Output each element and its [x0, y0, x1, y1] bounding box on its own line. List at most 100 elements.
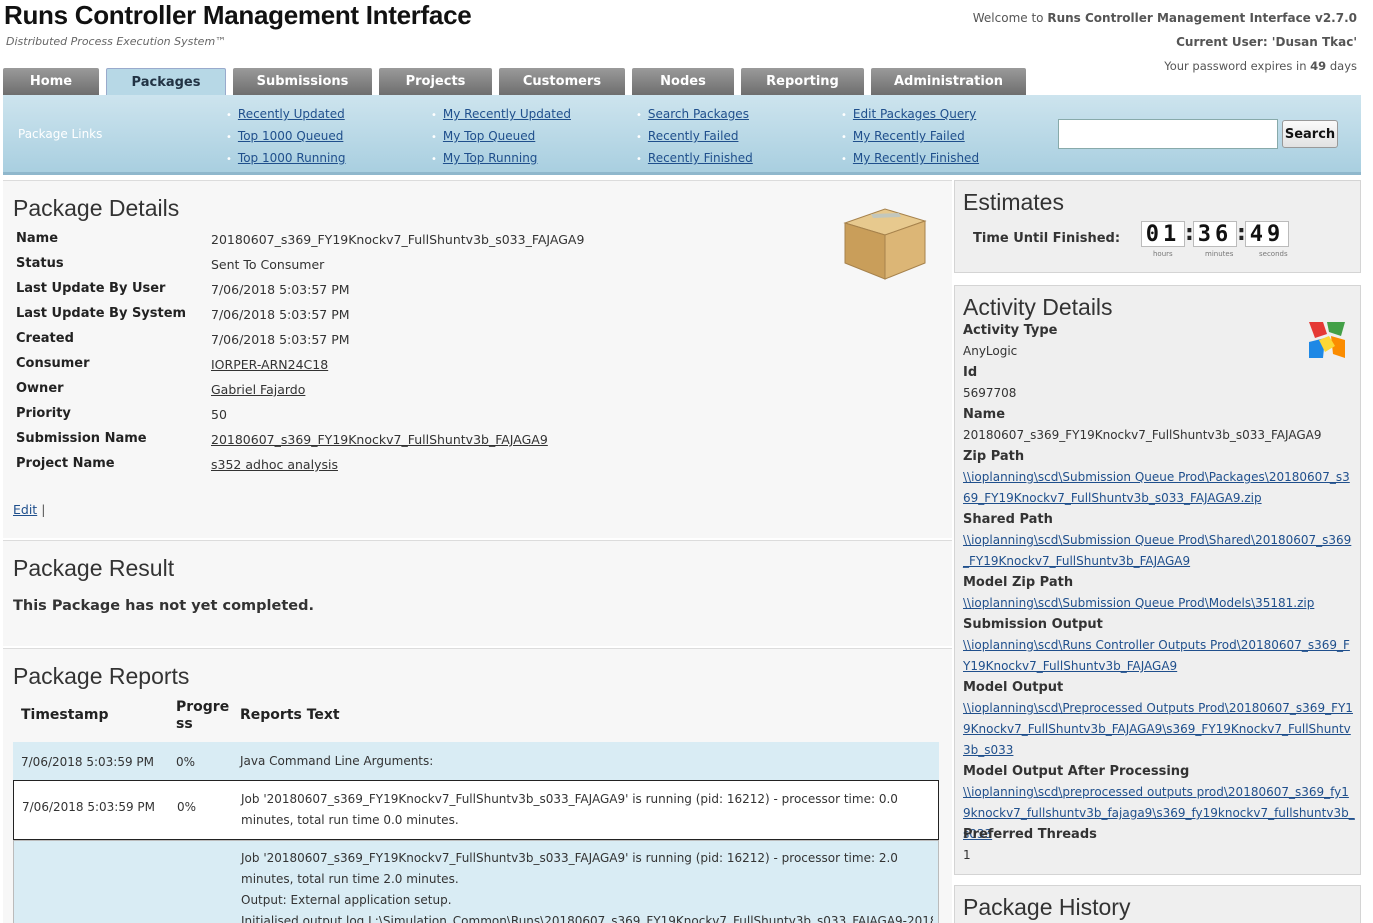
detail-label-project-name: Project Name	[16, 456, 115, 471]
package-details-panel: Package Details Name 20180607_s369_FY19K…	[3, 180, 952, 538]
activity-details-title: Activity Details	[963, 294, 1113, 320]
shared-path-label: Shared Path	[963, 512, 1053, 527]
link-recently-updated[interactable]: Recently Updated	[238, 107, 345, 121]
password-prefix: Your password expires in	[1164, 59, 1307, 73]
activity-type-label: Activity Type	[963, 323, 1058, 338]
countdown-timer: 01 : 36 : 49	[1141, 221, 1289, 247]
tab-nodes[interactable]: Nodes	[632, 68, 734, 95]
link-my-recently-failed[interactable]: My Recently Failed	[853, 129, 965, 143]
row-text-line2: Output: External application setup.	[241, 893, 452, 907]
package-reports-title: Package Reports	[13, 663, 190, 689]
row-text-line3: Initialised output log L:\Simulation_Com…	[241, 914, 933, 923]
name-value: 20180607_s369_FY19Knockv7_FullShuntv3b_s…	[963, 428, 1322, 442]
package-history-title: Package History	[963, 894, 1131, 920]
welcome-prefix: Welcome to	[972, 11, 1044, 25]
submission-output-link[interactable]: \\ioplanning\scd\Runs Controller Outputs…	[963, 635, 1355, 677]
col-header-timestamp: Timestamp	[21, 707, 109, 723]
time-until-finished-label: Time Until Finished:	[973, 231, 1121, 246]
model-output-after-label: Model Output After Processing	[963, 764, 1190, 779]
detail-label-name: Name	[16, 231, 59, 246]
detail-link-submission-name[interactable]: 20180607_s369_FY19Knockv7_FullShuntv3b_F…	[211, 432, 548, 447]
tab-customers[interactable]: Customers	[499, 68, 625, 95]
detail-value-last-update-system: 7/06/2018 5:03:57 PM	[211, 307, 350, 322]
zip-path-label: Zip Path	[963, 449, 1025, 464]
detail-value-created: 7/06/2018 5:03:57 PM	[211, 332, 350, 347]
activity-type-value: AnyLogic	[963, 344, 1018, 358]
row-text: Job '20180607_s369_FY19Knockv7_FullShunt…	[241, 792, 898, 827]
zip-path-link[interactable]: \\ioplanning\scd\Submission Queue Prod\P…	[963, 467, 1355, 509]
detail-label-priority: Priority	[16, 406, 71, 421]
detail-label-created: Created	[16, 331, 74, 346]
model-zip-path-link[interactable]: \\ioplanning\scd\Submission Queue Prod\M…	[963, 593, 1355, 614]
edit-link[interactable]: Edit	[13, 502, 37, 517]
row-text: Java Command Line Arguments:	[240, 754, 434, 768]
detail-link-owner[interactable]: Gabriel Fajardo	[211, 382, 305, 397]
submission-output-label: Submission Output	[963, 617, 1103, 632]
password-suffix: days	[1329, 59, 1357, 73]
anylogic-icon	[1307, 320, 1347, 360]
row-text: Job '20180607_s369_FY19Knockv7_FullShunt…	[241, 851, 898, 886]
activity-details-panel: Activity Details Activity Type AnyLogic …	[954, 285, 1361, 875]
edit-actions: Edit |	[13, 502, 45, 517]
row-progress: 0%	[176, 755, 196, 769]
welcome-app-name: Runs Controller Management Interface v2.…	[1047, 11, 1357, 25]
package-links-title: Package Links	[18, 127, 103, 141]
package-result-text: This Package has not yet completed.	[13, 598, 314, 614]
package-box-icon	[841, 205, 927, 281]
table-row: 7/06/2018 5:03:59 PM 0% Job '20180607_s3…	[13, 780, 939, 840]
tab-projects[interactable]: Projects	[379, 68, 492, 95]
tab-packages[interactable]: Packages	[106, 68, 226, 95]
detail-link-consumer[interactable]: IORPER-ARN24C18	[211, 357, 328, 372]
row-timestamp: 7/06/2018 5:03:59 PM	[22, 800, 156, 814]
row-timestamp: 7/06/2018 5:03:59 PM	[21, 755, 155, 769]
link-my-top-queued[interactable]: My Top Queued	[443, 129, 535, 143]
row-progress: 0%	[177, 800, 197, 814]
links-column-3: Search Packages Recently Failed Recently…	[636, 104, 753, 170]
tab-reporting[interactable]: Reporting	[741, 68, 864, 95]
id-label: Id	[963, 365, 978, 380]
link-my-top-running[interactable]: My Top Running	[443, 151, 538, 165]
id-value: 5697708	[963, 386, 1017, 400]
seconds-digits: 49	[1245, 221, 1289, 247]
tab-home[interactable]: Home	[3, 68, 99, 95]
row-text-block: Job '20180607_s369_FY19Knockv7_FullShunt…	[241, 848, 933, 923]
package-links-bar: Package Links Recently Updated Top 1000 …	[3, 95, 1361, 175]
link-edit-packages-query[interactable]: Edit Packages Query	[853, 107, 976, 121]
search-button[interactable]: Search	[1282, 120, 1338, 148]
estimates-panel: Estimates Time Until Finished: 01 : 36 :…	[954, 180, 1361, 273]
package-history-panel: Package History	[954, 885, 1361, 923]
table-row: 7/06/2018 5:03:59 PM 0% Java Command Lin…	[13, 742, 939, 780]
links-column-2: My Recently Updated My Top Queued My Top…	[431, 104, 571, 170]
password-days: 49	[1310, 59, 1327, 73]
links-column-1: Recently Updated Top 1000 Queued Top 100…	[226, 104, 346, 170]
link-recently-finished[interactable]: Recently Finished	[648, 151, 753, 165]
tab-administration[interactable]: Administration	[871, 68, 1026, 95]
app-title: Runs Controller Management Interface	[4, 0, 472, 30]
detail-label-owner: Owner	[16, 381, 64, 396]
link-top-1000-running[interactable]: Top 1000 Running	[238, 151, 346, 165]
col-header-reports-text: Reports Text	[240, 707, 340, 723]
detail-value-name: 20180607_s369_FY19Knockv7_FullShuntv3b_s…	[211, 232, 585, 247]
detail-label-last-update-system: Last Update By System	[16, 306, 187, 321]
estimates-title: Estimates	[963, 189, 1064, 215]
edit-separator: |	[41, 502, 46, 517]
detail-label-consumer: Consumer	[16, 356, 90, 371]
detail-label-status: Status	[16, 256, 64, 271]
package-result-panel: Package Result This Package has not yet …	[3, 540, 952, 646]
package-result-title: Package Result	[13, 555, 175, 581]
search-input[interactable]	[1058, 119, 1278, 149]
detail-link-project-name[interactable]: s352 adhoc analysis	[211, 457, 338, 472]
detail-label-submission-name: Submission Name	[16, 431, 147, 446]
col-header-progress: Progre ss	[176, 699, 230, 732]
app-tagline: Distributed Process Execution System™	[6, 35, 227, 48]
detail-value-status: Sent To Consumer	[211, 257, 325, 272]
tab-submissions[interactable]: Submissions	[233, 68, 372, 95]
shared-path-link[interactable]: \\ioplanning\scd\Submission Queue Prod\S…	[963, 530, 1355, 572]
link-top-1000-queued[interactable]: Top 1000 Queued	[238, 129, 343, 143]
link-my-recently-finished[interactable]: My Recently Finished	[853, 151, 979, 165]
link-recently-failed[interactable]: Recently Failed	[648, 129, 739, 143]
preferred-threads-value: 1	[963, 848, 971, 862]
link-my-recently-updated[interactable]: My Recently Updated	[443, 107, 571, 121]
link-search-packages[interactable]: Search Packages	[648, 107, 749, 121]
model-output-link[interactable]: \\ioplanning\scd\Preprocessed Outputs Pr…	[963, 698, 1355, 761]
